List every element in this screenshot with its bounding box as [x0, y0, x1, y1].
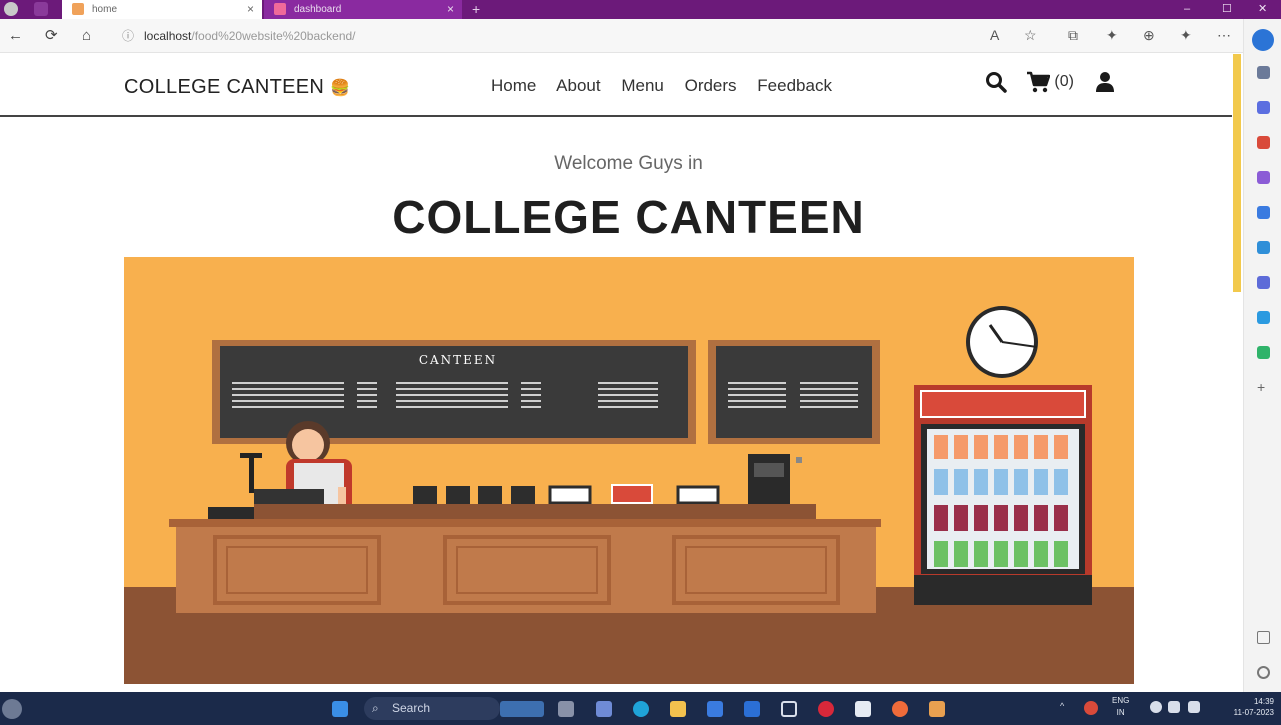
search-icon[interactable] [985, 71, 1007, 93]
games-icon[interactable] [1257, 171, 1270, 184]
maximize-button[interactable]: ☐ [1222, 0, 1232, 19]
windows-taskbar: ⌕ Search ^ ENG IN 14:39 11-07-2023 [0, 692, 1281, 725]
burger-icon: 🍔 [329, 80, 351, 97]
taskbar-clock[interactable]: 14:39 11-07-2023 [1216, 696, 1274, 718]
tray-overflow-icon[interactable]: ^ [1060, 701, 1064, 711]
search-highlight-icon[interactable] [500, 701, 544, 717]
search-icon: ⌕ [372, 701, 379, 715]
split-screen-icon[interactable]: ⧉ [1068, 27, 1078, 44]
read-aloud-icon[interactable]: A [990, 27, 999, 43]
close-tab-icon[interactable]: × [247, 0, 254, 19]
vscode-icon[interactable] [744, 701, 760, 717]
task-view-icon[interactable] [558, 701, 574, 717]
edge-icon[interactable] [633, 701, 649, 717]
language-indicator[interactable]: ENG IN [1112, 695, 1129, 719]
chat-icon[interactable] [596, 701, 612, 717]
widgets-icon[interactable] [2, 699, 22, 719]
address-field[interactable]: ⓘ localhost/food%20website%20backend/ [122, 24, 1022, 48]
tab-favicon-icon [72, 3, 84, 15]
url-host: localhost [144, 29, 192, 43]
main-nav: Home About Menu Orders Feedback [491, 76, 848, 96]
site-logo-text: COLLEGE CANTEEN [124, 76, 325, 98]
site-logo[interactable]: COLLEGE CANTEEN 🍔 [124, 76, 350, 99]
opera-icon[interactable] [818, 701, 834, 717]
canteen-illustration: CANTEEN [124, 257, 1134, 684]
start-icon[interactable] [332, 701, 348, 717]
circle-app-icon[interactable] [1257, 206, 1270, 219]
bing-copilot-icon[interactable] [1252, 29, 1274, 51]
site-info-icon[interactable]: ⓘ [122, 29, 134, 43]
nav-menu[interactable]: Menu [621, 76, 664, 95]
address-toolbar: ← ⟳ ⌂ ⓘ localhost/food%20website%20backen… [0, 19, 1281, 53]
tab-label: home [92, 4, 118, 15]
nav-about[interactable]: About [556, 76, 600, 95]
url-path: /food%20website%20backend/ [191, 29, 356, 43]
cart-icon[interactable] [1026, 71, 1051, 93]
refresh-button[interactable]: ⟳ [45, 27, 58, 45]
browser-sidebar: + [1243, 19, 1281, 692]
close-window-button[interactable]: ✕ [1258, 0, 1267, 19]
terminal-icon[interactable] [781, 701, 797, 717]
mail-icon[interactable] [707, 701, 723, 717]
firefox-icon[interactable] [892, 701, 908, 717]
extensions-icon[interactable]: ✦ [1106, 27, 1118, 44]
header-actions: (0) [985, 71, 1115, 93]
more-menu-icon[interactable]: ⋯ [1217, 27, 1231, 44]
search-icon[interactable] [1257, 66, 1270, 79]
whatsapp-icon[interactable] [1257, 346, 1270, 359]
collections-icon[interactable]: ⊕ [1143, 27, 1155, 44]
browser-essentials-icon[interactable]: ✦ [1180, 27, 1192, 44]
workspaces-icon[interactable] [34, 2, 48, 16]
user-icon[interactable] [1095, 71, 1115, 93]
wifi-icon[interactable] [1150, 701, 1162, 713]
add-icon[interactable]: + [1257, 380, 1270, 394]
cart-count[interactable]: (0) [1054, 73, 1074, 90]
sidebar-toggle-icon[interactable] [1257, 631, 1270, 644]
home-button[interactable]: ⌂ [82, 27, 91, 45]
hero-title: COLLEGE CANTEEN [392, 191, 865, 243]
browser-tab-strip: home × dashboard × + – ☐ ✕ [0, 0, 1281, 19]
send-icon[interactable] [1257, 311, 1270, 324]
app-icon[interactable] [855, 701, 871, 717]
office-icon[interactable] [1257, 276, 1270, 289]
hero-welcome-text: Welcome Guys in [554, 153, 703, 174]
close-tab-icon[interactable]: × [447, 0, 454, 19]
profile-icon[interactable] [4, 2, 18, 16]
tag-icon[interactable] [1257, 101, 1270, 114]
language-region: IN [1116, 708, 1125, 717]
tab-label: dashboard [294, 4, 342, 15]
back-button[interactable]: ← [8, 27, 23, 45]
tab-favicon-icon [274, 3, 286, 15]
clock-time: 14:39 [1253, 697, 1274, 706]
battery-icon[interactable] [1188, 701, 1200, 713]
nav-feedback[interactable]: Feedback [757, 76, 832, 95]
outlook-icon[interactable] [1257, 241, 1270, 254]
taskbar-search-label: Search [392, 701, 431, 715]
language-code: ENG [1112, 696, 1130, 705]
taskbar-search[interactable]: ⌕ Search [364, 697, 500, 720]
settings-gear-icon[interactable] [1257, 666, 1270, 679]
nav-home[interactable]: Home [491, 76, 536, 95]
briefcase-icon[interactable] [1257, 136, 1270, 149]
favorite-star-icon[interactable]: ☆ [1024, 27, 1037, 44]
canteen-sign-text: CANTEEN [419, 353, 497, 367]
tray-app-icon[interactable] [1084, 701, 1098, 715]
site-header: COLLEGE CANTEEN 🍔 Home About Menu Orders… [0, 54, 1232, 117]
file-explorer-icon[interactable] [670, 701, 686, 717]
xampp-icon[interactable] [929, 701, 945, 717]
new-tab-button[interactable]: + [472, 0, 480, 19]
tab-home[interactable]: home × [62, 0, 262, 19]
tab-dashboard[interactable]: dashboard × [264, 0, 462, 19]
clock-date: 11-07-2023 [1233, 708, 1274, 717]
minimize-button[interactable]: – [1184, 0, 1190, 19]
nav-orders[interactable]: Orders [685, 76, 737, 95]
canteen-scene: CANTEEN [124, 257, 1134, 684]
volume-icon[interactable] [1168, 701, 1180, 713]
